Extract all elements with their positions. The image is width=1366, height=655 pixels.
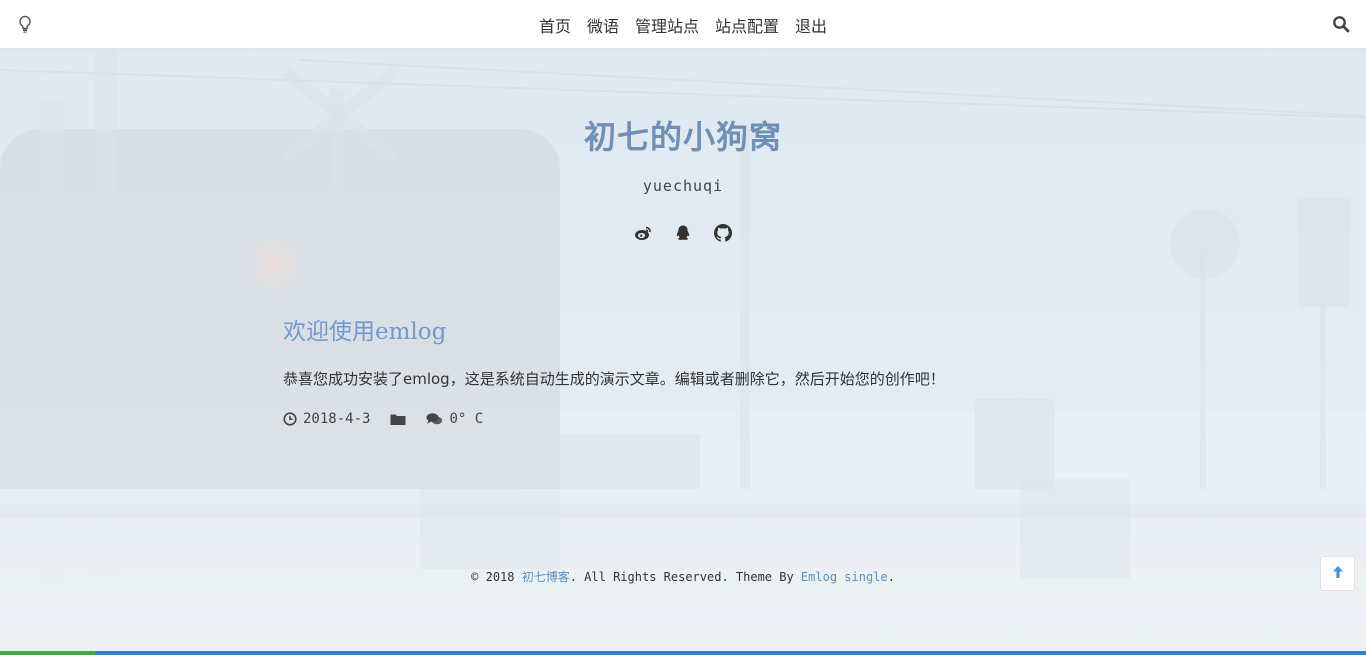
temperature-suffix: ° C: [457, 411, 484, 427]
footer-rights: . All Rights Reserved. Theme By: [569, 570, 801, 584]
nav-item-home[interactable]: 首页: [539, 13, 571, 37]
back-to-top-button[interactable]: [1320, 556, 1355, 591]
post-meta: 2018-4-3 0 ° C: [283, 411, 1083, 427]
nav-item-logout[interactable]: 退出: [795, 13, 827, 37]
post-date: 2018-4-3: [303, 411, 371, 427]
folder-icon[interactable]: [390, 412, 406, 426]
footer: © 2018 初七博客. All Rights Reserved. Theme …: [0, 568, 1366, 585]
comments-icon[interactable]: [426, 412, 443, 426]
nav-item-settings[interactable]: 站点配置: [715, 13, 779, 37]
footer-copyright: © 2018: [471, 570, 522, 584]
main-menu: 首页 微语 管理站点 站点配置 退出: [0, 0, 1366, 49]
comment-count[interactable]: 0: [449, 411, 457, 427]
bottom-progress-bar: [0, 651, 1366, 655]
footer-blog-link[interactable]: 初七博客: [522, 570, 570, 584]
weibo-icon[interactable]: [634, 224, 652, 242]
nav-item-microblog[interactable]: 微语: [587, 13, 619, 37]
post-title-link[interactable]: 欢迎使用emlog: [283, 319, 446, 345]
github-icon[interactable]: [714, 224, 732, 242]
clock-icon: [283, 412, 297, 426]
qq-icon[interactable]: [674, 224, 692, 242]
nav-item-admin[interactable]: 管理站点: [635, 13, 699, 37]
search-icon[interactable]: [1332, 15, 1350, 33]
social-links: [0, 224, 1366, 242]
post-excerpt: 恭喜您成功安装了emlog，这是系统自动生成的演示文章。编辑或者删除它，然后开始…: [283, 370, 945, 388]
site-subtitle: yuechuqi: [642, 177, 724, 195]
site-title: 初七的小狗窝: [583, 118, 782, 156]
footer-theme-link[interactable]: Emlog single: [801, 570, 888, 584]
top-navbar: 首页 微语 管理站点 站点配置 退出: [0, 0, 1366, 49]
arrow-up-icon: [1332, 564, 1344, 583]
post-item: 欢迎使用emlog 恭喜您成功安装了emlog，这是系统自动生成的演示文章。编辑…: [283, 312, 1083, 427]
footer-period: .: [887, 570, 895, 584]
